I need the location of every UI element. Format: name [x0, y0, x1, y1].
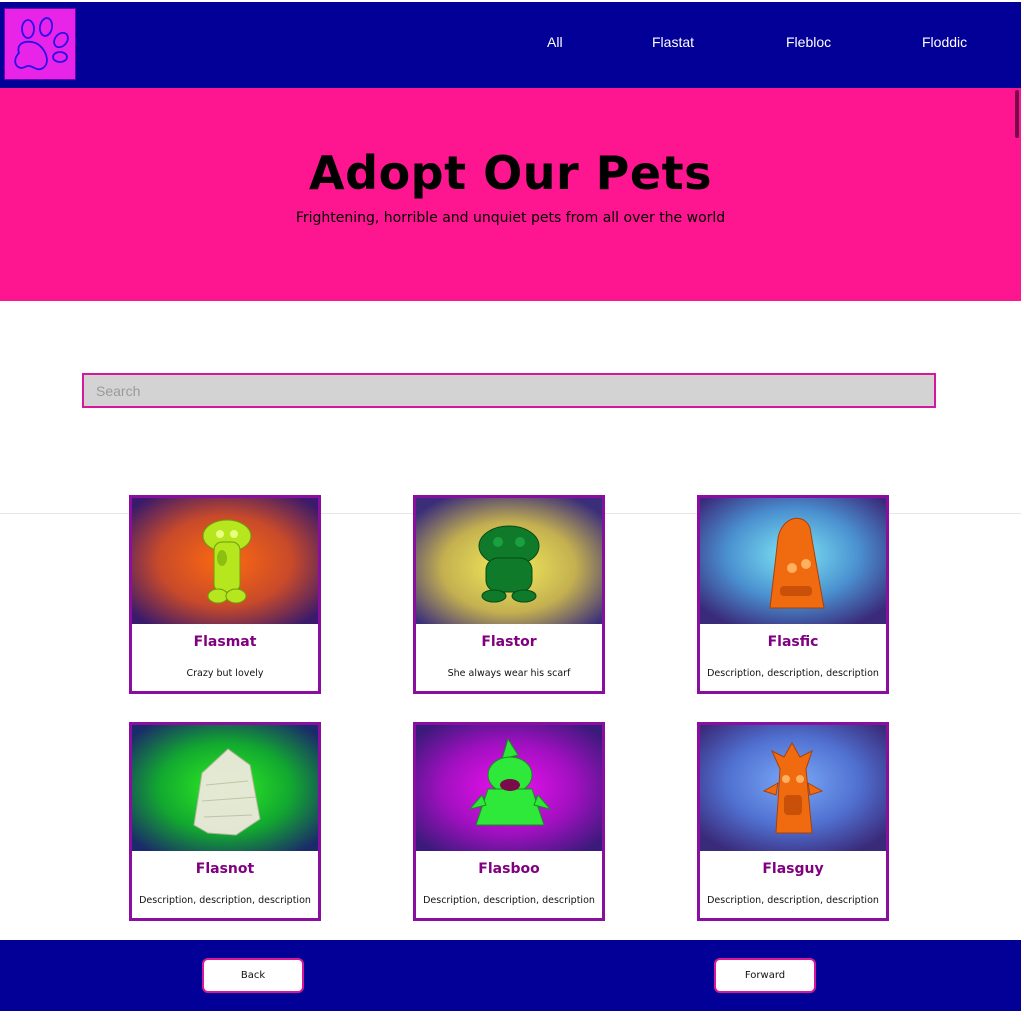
forward-button[interactable]: Forward: [714, 958, 816, 993]
pet-card-flasnot[interactable]: Flasnot Description, description, descri…: [129, 722, 321, 921]
pet-name: Flastor: [481, 634, 537, 650]
scrollbar-thumb[interactable]: [1015, 90, 1019, 138]
pet-image: [700, 725, 886, 851]
pet-card-flasfic[interactable]: Flasfic Description, description, descri…: [697, 495, 889, 694]
pet-description: She always wear his scarf: [447, 668, 571, 679]
hero-banner: Adopt Our Pets Frightening, horrible and…: [0, 88, 1021, 301]
pet-image: [700, 498, 886, 624]
nav-item-flastat[interactable]: Flastat: [652, 34, 694, 50]
page-subtitle: Frightening, horrible and unquiet pets f…: [295, 210, 726, 226]
paw-icon: [14, 17, 69, 71]
pet-description: Description, description, description: [707, 895, 879, 906]
pet-description: Crazy but lovely: [186, 668, 264, 679]
pet-description: Description, description, description: [139, 895, 311, 906]
nav-item-flebloc[interactable]: Flebloc: [786, 34, 831, 50]
nav-item-all[interactable]: All: [547, 34, 563, 50]
pet-name: Flasboo: [478, 861, 540, 877]
search-input[interactable]: [82, 373, 936, 408]
pet-card-flasmat[interactable]: Flasmat Crazy but lovely: [129, 495, 321, 694]
pet-name: Flasfic: [767, 634, 819, 650]
nav-item-floddic[interactable]: Floddic: [922, 34, 967, 50]
top-navbar: All Flastat Flebloc Floddic: [0, 2, 1021, 88]
pet-image: [416, 498, 602, 624]
back-button[interactable]: Back: [202, 958, 304, 993]
pet-description: Description, description, description: [707, 668, 879, 679]
footer-bar: Back Forward: [0, 940, 1021, 1011]
pet-image: [132, 498, 318, 624]
pet-name: Flasguy: [762, 861, 824, 877]
page-title: Adopt Our Pets: [309, 146, 712, 200]
pet-name: Flasnot: [195, 861, 255, 877]
pet-image: [132, 725, 318, 851]
pet-image: [416, 725, 602, 851]
pet-card-flastor[interactable]: Flastor She always wear his scarf: [413, 495, 605, 694]
pet-description: Description, description, description: [423, 895, 595, 906]
pet-name: Flasmat: [193, 634, 257, 650]
pet-card-flasboo[interactable]: Flasboo Description, description, descri…: [413, 722, 605, 921]
pet-card-flasguy[interactable]: Flasguy Description, description, descri…: [697, 722, 889, 921]
logo[interactable]: [4, 8, 76, 80]
